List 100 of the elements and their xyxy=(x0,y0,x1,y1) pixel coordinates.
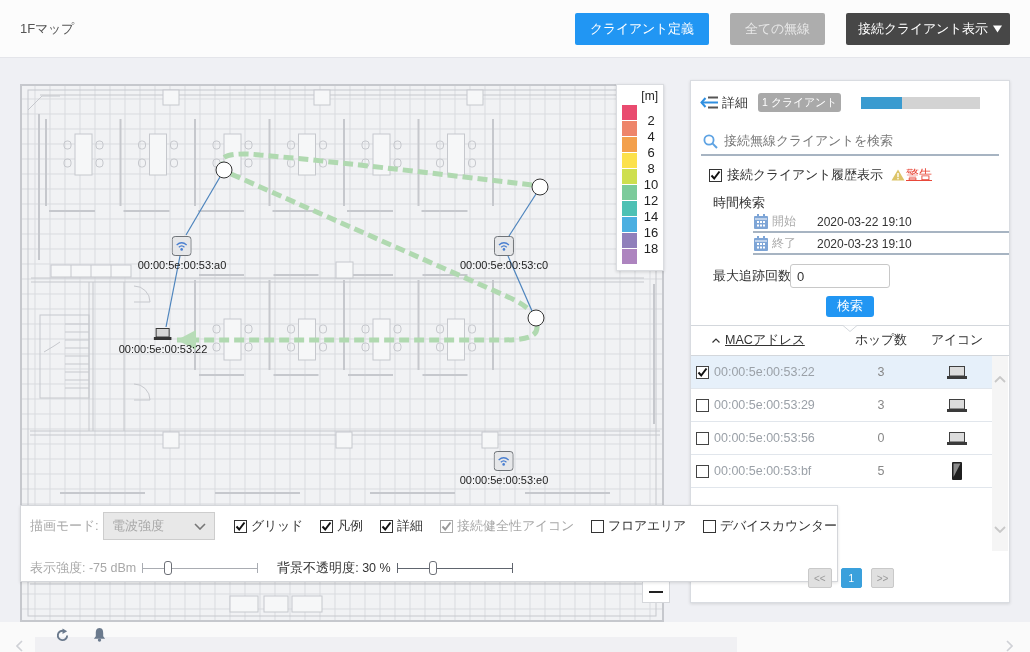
pillar xyxy=(162,431,180,449)
desk xyxy=(74,133,93,176)
warning-icon xyxy=(891,169,905,181)
laptop-icon xyxy=(947,398,967,412)
legend-label: 4 xyxy=(646,129,656,145)
checkbox[interactable] xyxy=(709,168,722,182)
legend-unit: [m] xyxy=(641,89,658,103)
column-header[interactable]: アイコン xyxy=(931,332,983,349)
slider-label: 表示強度: -75 dBm xyxy=(30,559,137,577)
checkbox[interactable] xyxy=(696,464,709,478)
desk xyxy=(372,133,391,176)
table-row[interactable]: 00:00:5e:00:53:22 3 xyxy=(691,356,992,389)
cabinet xyxy=(229,595,259,613)
access-point-icon[interactable] xyxy=(494,236,514,256)
pillar xyxy=(313,89,331,106)
access-point-icon[interactable] xyxy=(494,451,514,471)
page-button[interactable]: 1 xyxy=(840,568,862,588)
date-label: 開始 xyxy=(772,213,797,230)
desk xyxy=(223,318,242,361)
page-title: 1Fマップ xyxy=(20,19,75,38)
legend-label: 2 xyxy=(646,113,656,129)
laptop-icon xyxy=(947,365,967,379)
desk xyxy=(298,318,316,361)
table-row[interactable]: 00:00:5e:00:53:bf 5 xyxy=(691,455,992,488)
table-row[interactable]: 00:00:5e:00:53:29 3 xyxy=(691,389,992,422)
hop-count-cell: 0 xyxy=(877,431,885,445)
mac-address-cell: 00:00:5e:00:53:29 xyxy=(714,398,815,412)
slider-label: 背景不透明度: 30 % xyxy=(277,559,391,577)
cabinet xyxy=(263,595,289,613)
desk xyxy=(149,133,167,176)
bell-icon[interactable] xyxy=(93,627,106,642)
checkbox[interactable] xyxy=(320,519,333,533)
horizontal-scrollbar[interactable] xyxy=(35,637,737,652)
warning-link[interactable]: 警告 xyxy=(906,166,932,184)
legend-label: 8 xyxy=(646,161,656,177)
chevron-down-icon xyxy=(194,522,206,530)
device-label: 00:00:5e:00:53:a0 xyxy=(137,259,227,272)
desk xyxy=(372,318,391,361)
hop-count-cell: 3 xyxy=(877,398,885,412)
checkbox[interactable] xyxy=(591,519,604,533)
history-point[interactable] xyxy=(527,309,545,327)
date-field[interactable]: 終了 2020-03-23 19:10 xyxy=(753,234,1009,255)
hop-count-cell: 5 xyxy=(877,464,885,478)
refresh-icon[interactable] xyxy=(55,628,70,643)
client-count-badge: 1 クライアント xyxy=(758,93,841,112)
laptop-icon[interactable] xyxy=(154,328,172,340)
mac-address-cell: 00:00:5e:00:53:bf xyxy=(714,464,812,478)
checkbox[interactable] xyxy=(703,519,716,533)
connection-line xyxy=(508,193,537,237)
search-button[interactable]: 検索 xyxy=(826,296,874,317)
device-label: 00:00:5e:00:53:c0 xyxy=(459,259,549,272)
legend-label: 12 xyxy=(642,193,660,209)
checkbox[interactable] xyxy=(696,398,709,412)
mac-address-cell: 00:00:5e:00:53:56 xyxy=(714,431,815,445)
number-field[interactable]: 0 xyxy=(790,264,890,288)
search-icon[interactable] xyxy=(703,133,718,149)
calendar-icon xyxy=(754,236,768,251)
zoom-out-button[interactable] xyxy=(642,582,670,603)
checkbox-label: 凡例 xyxy=(337,517,363,535)
legend-label: 16 xyxy=(642,225,660,241)
phone-icon xyxy=(952,462,962,480)
checkbox[interactable] xyxy=(696,365,709,379)
checkbox-label: 接続健全性アイコン xyxy=(457,517,574,535)
checkbox[interactable] xyxy=(234,519,247,533)
sort-caret-icon xyxy=(712,338,720,343)
history-point[interactable] xyxy=(215,161,233,179)
field-label: 最大追跡回数 xyxy=(713,267,790,285)
minus-icon xyxy=(649,591,663,593)
table-row[interactable]: 00:00:5e:00:53:56 0 xyxy=(691,422,992,455)
checkbox-label: 詳細 xyxy=(397,517,423,535)
cabinet xyxy=(291,595,323,613)
checkbox[interactable] xyxy=(696,431,709,445)
pillar xyxy=(335,261,354,279)
mac-address-cell: 00:00:5e:00:53:22 xyxy=(714,365,815,379)
checkbox-label: 接続クライアント履歴表示 xyxy=(727,166,883,184)
checkbox-label: フロアエリア xyxy=(608,517,686,535)
checkbox[interactable] xyxy=(380,519,393,533)
desk xyxy=(298,133,316,176)
pillar xyxy=(335,431,353,449)
column-header[interactable]: ホップ数 xyxy=(855,332,907,349)
access-point-icon[interactable] xyxy=(172,236,192,256)
desk xyxy=(447,318,465,361)
back-arrow-icon xyxy=(700,96,718,109)
hop-count-cell: 3 xyxy=(877,365,885,379)
date-field[interactable]: 開始 2020-03-22 19:10 xyxy=(753,212,1009,233)
column-header[interactable]: MACアドレス xyxy=(712,332,805,349)
section-label: 時間検索 xyxy=(713,195,765,211)
search-field[interactable]: 接続無線クライアントを検索 xyxy=(718,130,999,152)
back-button[interactable]: 詳細 xyxy=(700,93,748,112)
checkbox-label: グリッド xyxy=(251,517,303,535)
laptop-icon xyxy=(947,431,967,445)
desk xyxy=(447,133,465,176)
dropdown-button[interactable]: 接続クライアント表示 xyxy=(846,12,1010,45)
history-point[interactable] xyxy=(531,178,549,196)
caret-icon xyxy=(993,24,1002,33)
toolbar-button[interactable]: クライアント定義 xyxy=(575,12,709,45)
pillar xyxy=(162,89,180,106)
slider-thumb[interactable] xyxy=(428,561,437,575)
checkbox-label: デバイスカウンター xyxy=(720,517,837,535)
device-label: 00:00:5e:00:53:22 xyxy=(118,343,208,356)
